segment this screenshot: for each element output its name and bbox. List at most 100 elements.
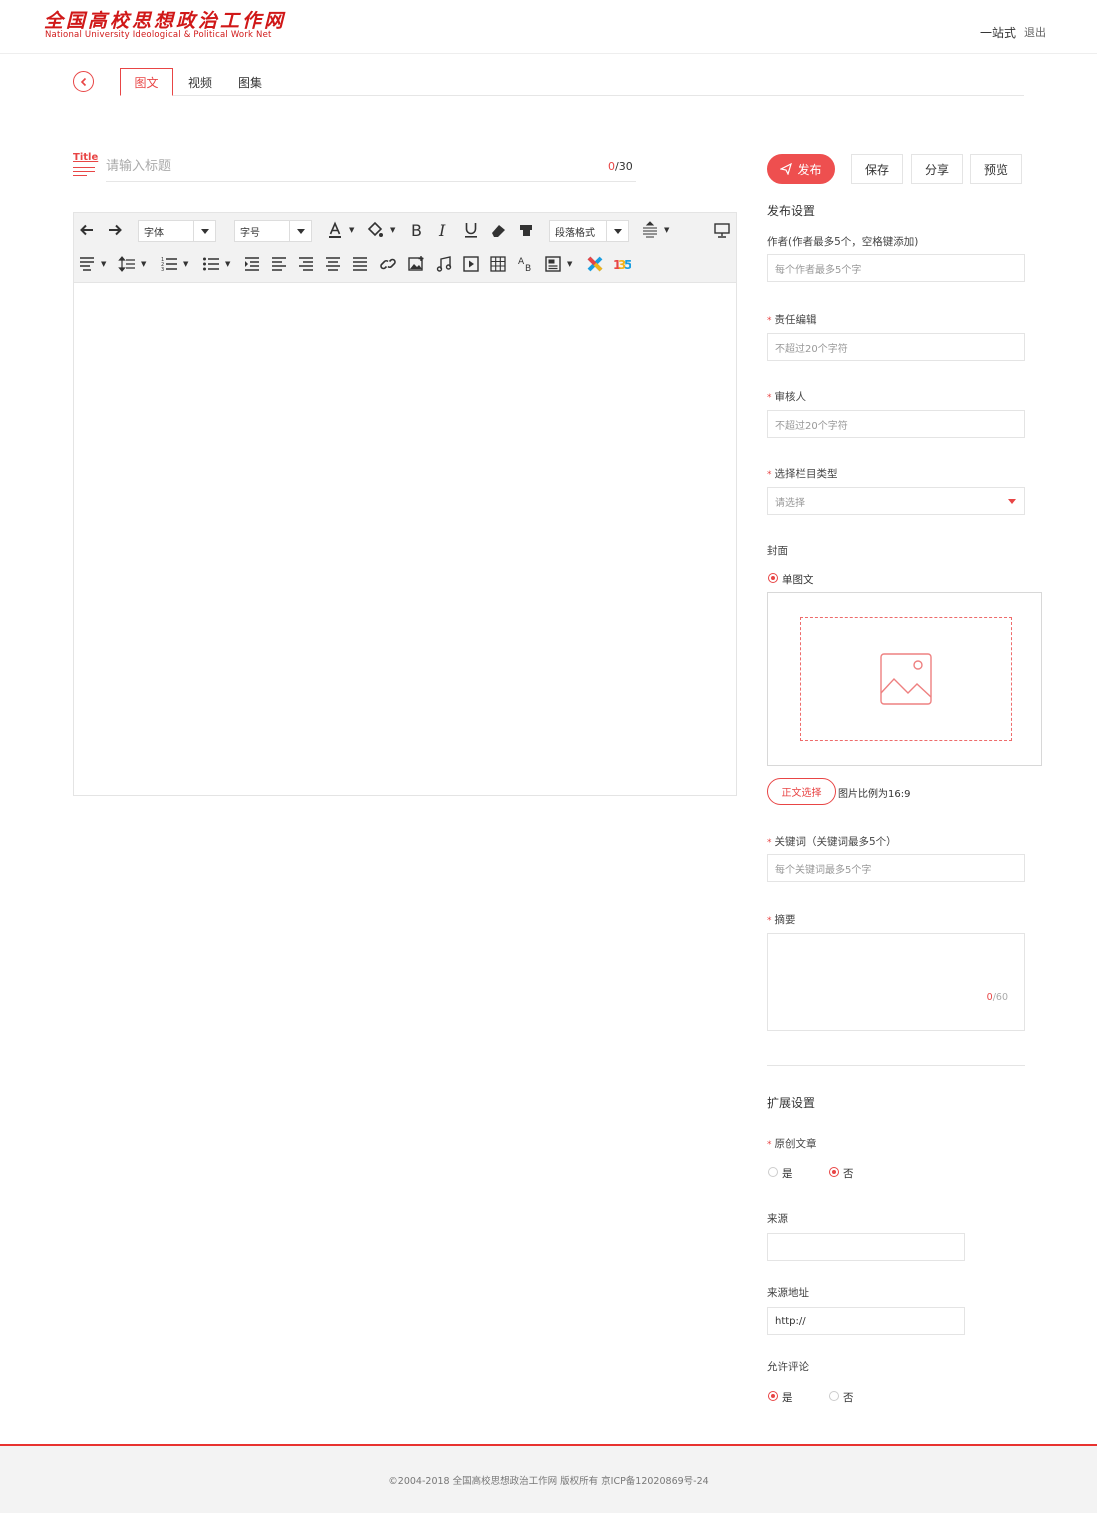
align-center-icon[interactable] (322, 253, 344, 275)
send-icon (780, 163, 793, 175)
editor-content-area[interactable] (74, 283, 736, 795)
music-icon[interactable] (433, 253, 455, 275)
dropdown-arrow-icon[interactable]: ▼ (183, 260, 188, 268)
svg-text:A: A (518, 257, 525, 267)
underline-icon[interactable] (460, 219, 482, 241)
dropdown-arrow-icon[interactable]: ▼ (101, 260, 106, 268)
chevron-left-icon (80, 77, 86, 86)
save-button[interactable]: 保存 (851, 154, 903, 184)
publish-button[interactable]: 发布 (767, 154, 835, 184)
spellcheck-icon[interactable]: AB (515, 253, 537, 275)
tab-video[interactable]: 视频 (180, 68, 220, 96)
comment-yes-radio[interactable] (768, 1391, 778, 1401)
line-spacing-icon[interactable] (639, 219, 661, 241)
comment-yes-label: 是 (782, 1392, 793, 1404)
highlight-color-icon[interactable] (364, 219, 386, 241)
dropdown-arrow-icon[interactable]: ▼ (141, 260, 146, 268)
keywords-label: * 关键词（关键词最多5个） (767, 836, 897, 848)
comment-no-radio[interactable] (829, 1391, 839, 1401)
font-size-label: 字号 (240, 227, 260, 239)
undo-icon[interactable] (76, 219, 98, 241)
chevron-down-icon (193, 221, 215, 241)
tab-article[interactable]: 图文 (120, 68, 173, 96)
link-icon[interactable] (377, 253, 399, 275)
italic-icon[interactable]: I (432, 219, 454, 241)
chevron-down-icon (1008, 499, 1016, 504)
paragraph-format-select[interactable]: 段落格式 (549, 220, 629, 242)
font-family-select[interactable]: 字体 (138, 220, 216, 242)
font-color-icon[interactable] (324, 219, 346, 241)
dropdown-arrow-icon[interactable]: ▼ (225, 260, 230, 268)
keywords-input[interactable]: 每个关键词最多5个字 (767, 854, 1025, 882)
editor-toolbar: 字体 字号 ▼ ▼ B I 段落格式 ▼ ▼ ▼ 1 2 3 ▼ ▼ A B ▼… (74, 213, 736, 283)
dropdown-arrow-icon[interactable]: ▼ (349, 226, 354, 234)
author-input[interactable]: 每个作者最多5个字 (767, 254, 1025, 282)
align-justify-icon[interactable] (349, 253, 371, 275)
image-ratio-hint: 图片比例为16:9 (838, 789, 911, 800)
template-icon[interactable] (542, 253, 564, 275)
preview-button[interactable]: 预览 (970, 154, 1022, 184)
svg-text:I: I (438, 221, 446, 239)
extend-settings-title: 扩展设置 (767, 1096, 816, 1110)
tab-gallery[interactable]: 图集 (232, 68, 268, 96)
ordered-list-icon[interactable]: 123 (158, 253, 180, 275)
chevron-down-icon (289, 221, 311, 241)
original-article-label: * 原创文章 (767, 1138, 817, 1150)
row-spacing-icon[interactable] (116, 253, 138, 275)
redo-icon[interactable] (104, 219, 126, 241)
indent-icon[interactable] (241, 253, 263, 275)
column-type-label: * 选择栏目类型 (767, 468, 838, 480)
summary-label: * 摘要 (767, 914, 796, 926)
responsible-editor-input[interactable]: 不超过20个字符 (767, 333, 1025, 361)
indent-align-icon[interactable] (76, 253, 98, 275)
back-button[interactable] (73, 71, 94, 92)
unordered-list-icon[interactable] (200, 253, 222, 275)
summary-textarea[interactable]: 0/60 (767, 933, 1025, 1031)
logo-english: National University Ideological & Politi… (45, 30, 272, 40)
source-input[interactable] (767, 1233, 965, 1261)
title-input[interactable] (106, 152, 636, 182)
xiumi-plugin-icon[interactable] (584, 253, 606, 275)
original-yes-radio[interactable] (768, 1167, 778, 1177)
logo-chinese[interactable]: 全国高校思想政治工作网 (44, 6, 286, 33)
cover-upload-area[interactable] (767, 592, 1042, 766)
table-icon[interactable] (487, 253, 509, 275)
reviewer-input[interactable]: 不超过20个字符 (767, 410, 1025, 438)
dropdown-arrow-icon[interactable]: ▼ (390, 226, 395, 234)
rich-text-editor: 字体 字号 ▼ ▼ B I 段落格式 ▼ ▼ ▼ 1 2 3 ▼ ▼ A B ▼… (73, 212, 737, 796)
column-type-placeholder: 请选择 (775, 497, 805, 509)
select-from-content-button[interactable]: 正文选择 (767, 778, 836, 805)
dropdown-arrow-icon[interactable]: ▼ (664, 226, 669, 234)
publish-label: 发布 (797, 162, 822, 177)
align-left-icon[interactable] (268, 253, 290, 275)
column-type-select[interactable]: 请选择 (767, 487, 1025, 515)
svg-text:B: B (411, 221, 422, 239)
font-size-select[interactable]: 字号 (234, 220, 312, 242)
svg-text:3: 3 (161, 267, 164, 273)
format-painter-icon[interactable] (515, 219, 537, 241)
cover-single-label: 单图文 (782, 574, 814, 586)
cover-drop-zone[interactable] (800, 617, 1012, 741)
site-footer: ©2004-2018 全国高校思想政治工作网 版权所有 京ICP备1202086… (0, 1446, 1097, 1513)
logout-link[interactable]: 退出 (1024, 24, 1046, 40)
align-right-icon[interactable] (295, 253, 317, 275)
source-url-input[interactable]: http:// (767, 1307, 965, 1335)
share-button[interactable]: 分享 (911, 154, 963, 184)
eraser-icon[interactable] (488, 219, 510, 241)
video-insert-icon[interactable] (460, 253, 482, 275)
source-label: 来源 (767, 1213, 788, 1225)
section-divider (767, 1065, 1025, 1066)
editor-135-plugin-icon[interactable]: 135 (611, 253, 633, 275)
cover-label: 封面 (767, 545, 788, 557)
onestop-link[interactable]: 一站式 (980, 24, 1016, 41)
title-icon: Title (73, 152, 98, 176)
cover-single-radio[interactable] (768, 573, 778, 583)
image-insert-icon[interactable] (405, 253, 427, 275)
bold-icon[interactable]: B (405, 219, 427, 241)
dropdown-arrow-icon[interactable]: ▼ (567, 260, 572, 268)
allow-comment-label: 允许评论 (767, 1361, 809, 1373)
fullscreen-icon[interactable] (711, 219, 733, 241)
copyright-text: ©2004-2018 全国高校思想政治工作网 版权所有 京ICP备1202086… (388, 1475, 709, 1487)
summary-char-count: 0/60 (986, 992, 1008, 1003)
original-no-radio[interactable] (829, 1167, 839, 1177)
